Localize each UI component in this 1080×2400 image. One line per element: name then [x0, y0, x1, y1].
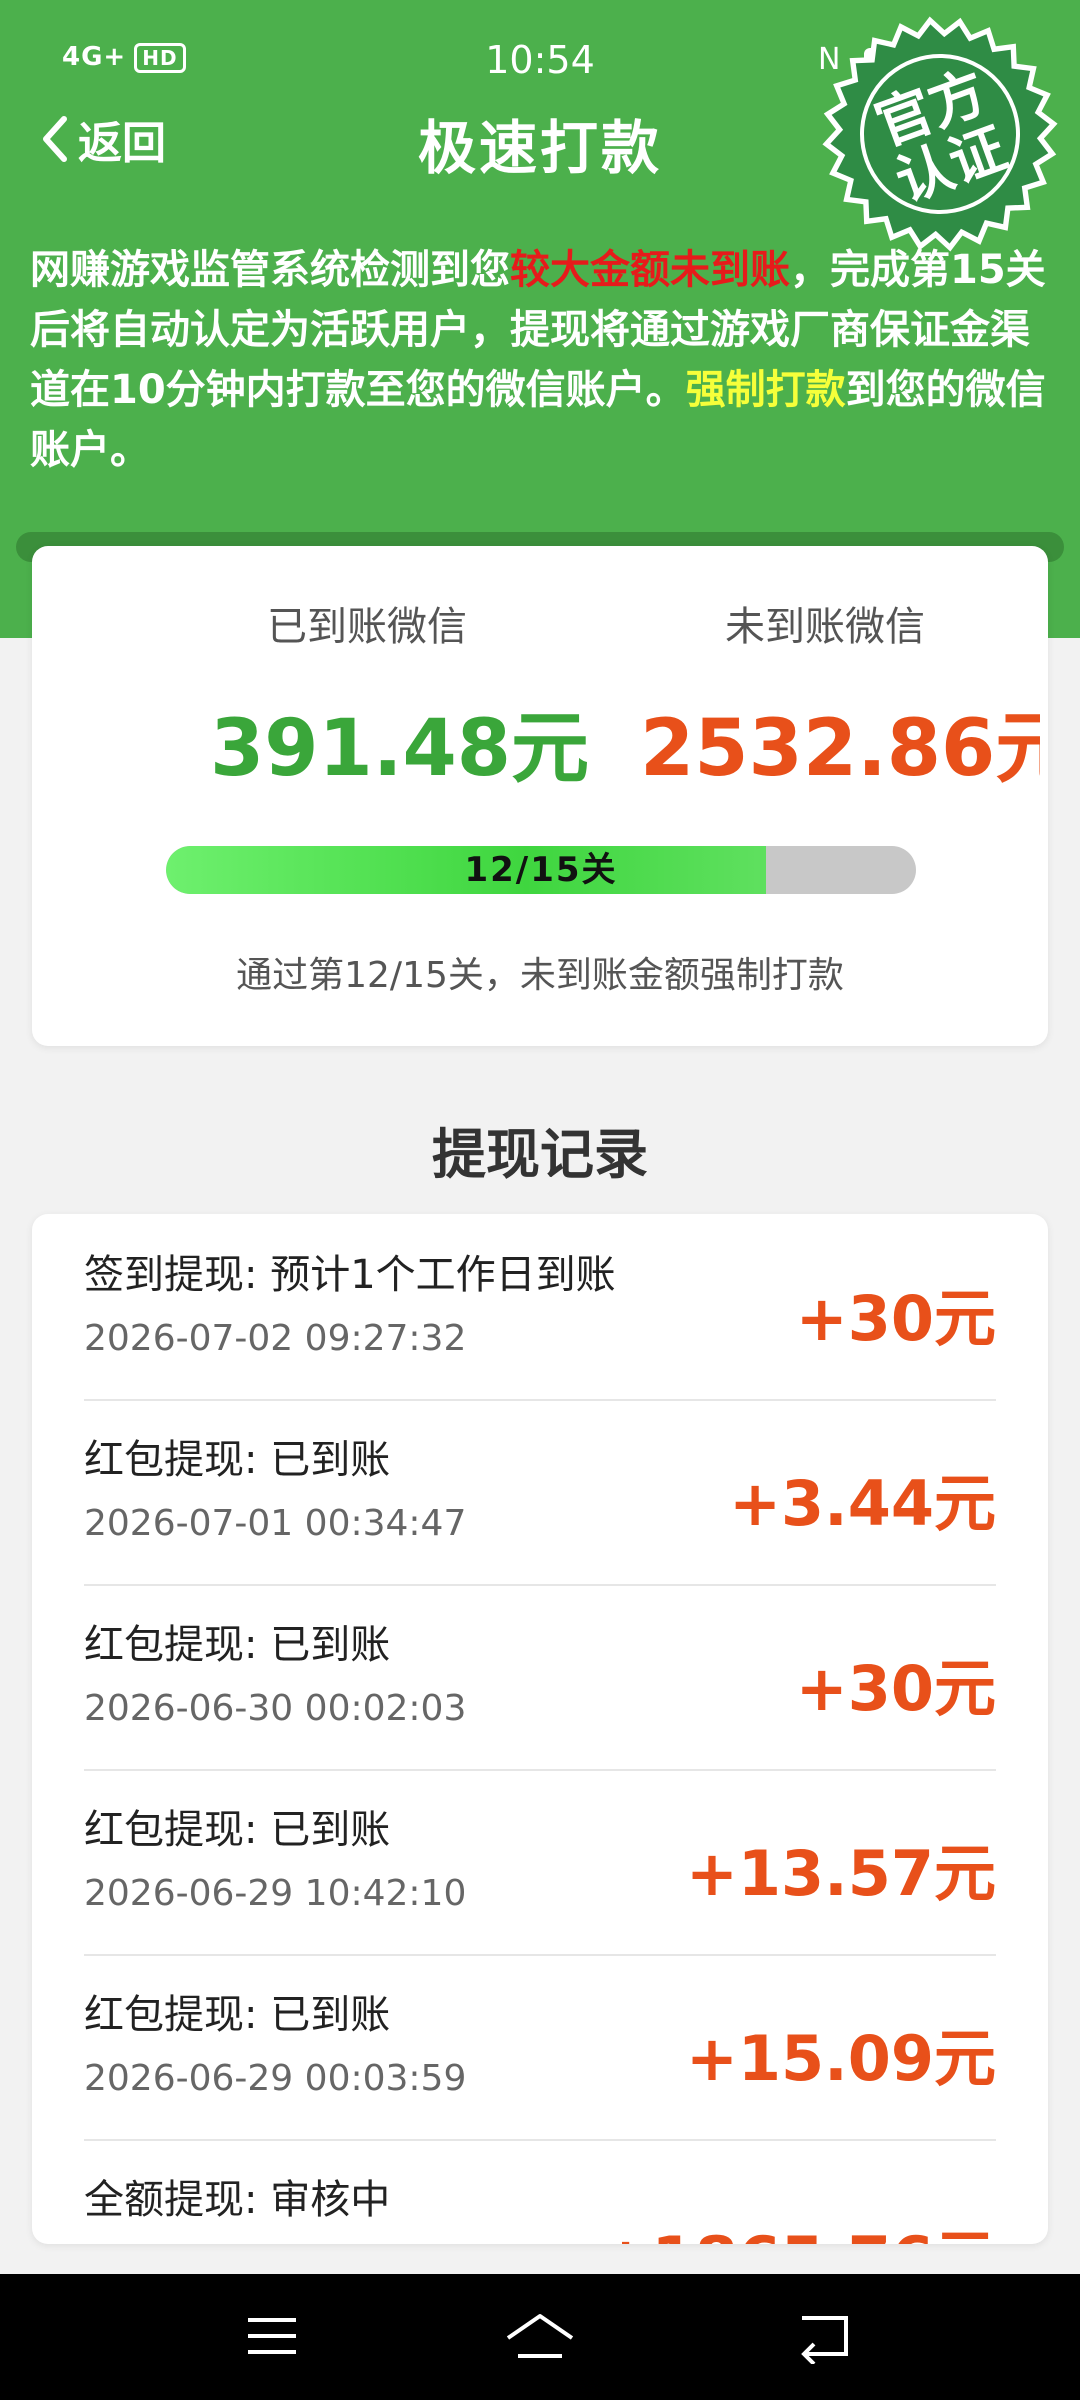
pending-label: 未到账微信	[725, 604, 925, 650]
list-item[interactable]: 红包提现: 已到账 2026-07-01 00:34:47 +3.44元	[84, 1399, 996, 1586]
withdrawal-records-list: 签到提现: 预计1个工作日到账 2026-07-02 09:27:32 +30元…	[32, 1214, 1048, 2244]
received-amount: 391.48元	[210, 704, 589, 794]
menu-icon[interactable]	[244, 2308, 300, 2364]
record-amount: +30元	[795, 1282, 996, 1355]
record-amount: +3.44元	[729, 1467, 996, 1540]
level-progress-bar: 12/15关	[166, 846, 916, 894]
list-item[interactable]: 签到提现: 预计1个工作日到账 2026-07-02 09:27:32 +30元	[84, 1214, 996, 1401]
received-label: 已到账微信	[267, 604, 467, 650]
record-amount: +15.09元	[685, 2022, 996, 2095]
record-amount: +1865.76元	[600, 2209, 996, 2244]
record-title: 红包提现: 已到账	[84, 1622, 391, 1668]
list-item[interactable]: 红包提现: 已到账 2026-06-29 10:42:10 +13.57元	[84, 1769, 996, 1956]
notice-text: 网赚游戏监管系统检测到您较大金额未到账，完成第15关后将自动认定为活跃用户，提现…	[30, 240, 1050, 480]
list-item[interactable]: 全额提现: 审核中 +1865.76元	[84, 2139, 996, 2244]
record-title: 全额提现: 审核中	[84, 2177, 391, 2223]
official-seal-icon: 官方 认证	[822, 16, 1058, 252]
record-time: 2026-06-29 10:42:10	[84, 1873, 467, 1914]
record-title: 签到提现: 预计1个工作日到账	[84, 1252, 616, 1298]
back-nav-icon[interactable]	[796, 2308, 852, 2364]
home-icon[interactable]	[504, 2308, 576, 2364]
record-amount: +13.57元	[685, 1837, 996, 1910]
system-navigation-bar	[0, 2274, 1080, 2400]
record-title: 红包提现: 已到账	[84, 1437, 391, 1483]
record-time: 2026-07-01 00:34:47	[84, 1503, 467, 1544]
pending-amount: 2532.86元	[640, 704, 1040, 794]
notice-part1: 网赚游戏监管系统检测到您	[30, 247, 510, 293]
record-time: 2026-07-02 09:27:32	[84, 1318, 467, 1359]
progress-note: 通过第12/15关，未到账金额强制打款	[236, 955, 844, 996]
records-title: 提现记录	[432, 1123, 648, 1186]
record-title: 红包提现: 已到账	[84, 1807, 391, 1853]
notice-highlight-red: 较大金额未到账	[510, 247, 790, 293]
list-item[interactable]: 红包提现: 已到账 2026-06-30 00:02:03 +30元	[84, 1584, 996, 1771]
balance-summary-card: 已到账微信 未到账微信 391.48元 2532.86元 12/15关 通过第1…	[32, 546, 1048, 1046]
record-title: 红包提现: 已到账	[84, 1992, 391, 2038]
progress-label: 12/15关	[464, 850, 618, 890]
record-time: 2026-06-29 00:03:59	[84, 2058, 467, 2099]
notice-highlight-yellow: 强制打款	[685, 367, 846, 413]
record-amount: +30元	[795, 1652, 996, 1725]
record-time: 2026-06-30 00:02:03	[84, 1688, 467, 1729]
list-item[interactable]: 红包提现: 已到账 2026-06-29 00:03:59 +15.09元	[84, 1954, 996, 2141]
